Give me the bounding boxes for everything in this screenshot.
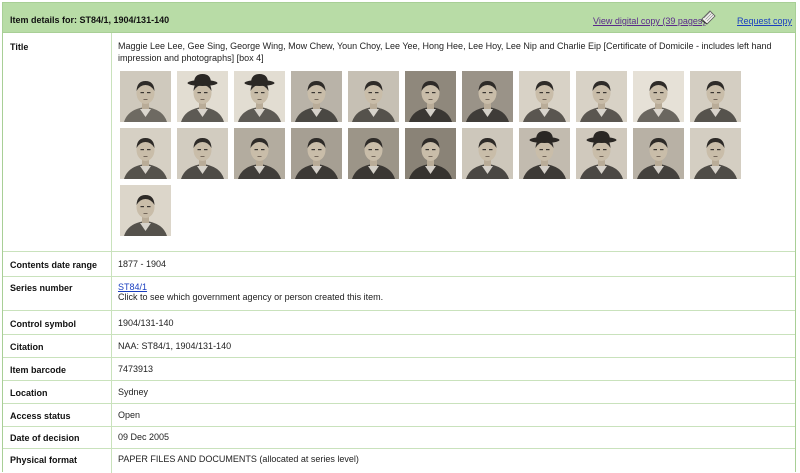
value-physical-format: PAPER FILES AND DOCUMENTS (allocated at … bbox=[118, 454, 359, 464]
portrait-photo bbox=[523, 81, 566, 122]
portrait-photo bbox=[580, 131, 623, 179]
item-details-title: Item details for: ST84/1, 1904/131-140 bbox=[10, 15, 170, 25]
label-series-number: Series number bbox=[10, 283, 73, 293]
row-citation: Citation NAA: ST84/1, 1904/131-140 bbox=[3, 335, 795, 358]
portrait-photo bbox=[523, 131, 566, 179]
digital-copy-icon[interactable] bbox=[700, 9, 716, 25]
portrait-photo bbox=[124, 138, 167, 179]
photo-thumbnail[interactable] bbox=[576, 128, 627, 179]
label-physical-format: Physical format bbox=[10, 455, 78, 465]
photo-thumbnail[interactable] bbox=[690, 128, 741, 179]
photo-thumbnail[interactable] bbox=[234, 71, 285, 122]
photo-thumbnail[interactable] bbox=[120, 185, 171, 236]
value-contents-date-range: 1877 - 1904 bbox=[118, 259, 167, 269]
photo-thumbnail[interactable] bbox=[291, 71, 342, 122]
item-details-panel: Item details for: ST84/1, 1904/131-140 V… bbox=[2, 2, 796, 473]
row-series-number: Series number ST84/1 Click to see which … bbox=[3, 277, 795, 311]
portrait-photo bbox=[124, 81, 167, 122]
photo-thumbnail[interactable] bbox=[177, 71, 228, 122]
photo-thumbnail[interactable] bbox=[576, 71, 627, 122]
portrait-photo bbox=[124, 195, 167, 236]
portrait-photo bbox=[295, 81, 338, 122]
photo-thumbnail[interactable] bbox=[405, 128, 456, 179]
photo-thumbnail[interactable] bbox=[462, 71, 513, 122]
portrait-photo bbox=[694, 81, 737, 122]
portrait-photo bbox=[409, 138, 452, 179]
photo-thumbnail[interactable] bbox=[234, 128, 285, 179]
row-contents-date-range: Contents date range 1877 - 1904 bbox=[3, 252, 795, 277]
photo-thumbnail[interactable] bbox=[120, 128, 171, 179]
portrait-photo bbox=[295, 138, 338, 179]
row-location: Location Sydney bbox=[3, 381, 795, 404]
label-control-symbol: Control symbol bbox=[10, 319, 77, 329]
value-item-barcode: 7473913 bbox=[118, 364, 154, 374]
label-date-of-decision: Date of decision bbox=[10, 433, 80, 443]
value-title: Maggie Lee Lee, Gee Sing, George Wing, M… bbox=[118, 41, 772, 63]
portrait-photo bbox=[181, 138, 224, 179]
series-number-note: Click to see which government agency or … bbox=[118, 292, 384, 302]
portrait-photo bbox=[466, 138, 509, 179]
photo-thumbnail[interactable] bbox=[120, 71, 171, 122]
label-location: Location bbox=[10, 388, 48, 398]
label-contents-date-range: Contents date range bbox=[10, 260, 98, 270]
photo-thumbnail[interactable] bbox=[519, 71, 570, 122]
portrait-photo bbox=[637, 138, 680, 179]
portrait-photo bbox=[637, 81, 680, 122]
row-date-of-decision: Date of decision 09 Dec 2005 bbox=[3, 427, 795, 449]
photo-thumbnail[interactable] bbox=[462, 128, 513, 179]
label-citation: Citation bbox=[10, 342, 44, 352]
portrait-photo bbox=[238, 138, 281, 179]
row-item-barcode: Item barcode 7473913 bbox=[3, 358, 795, 381]
portrait-photo bbox=[466, 81, 509, 122]
photo-thumbnail[interactable] bbox=[633, 128, 684, 179]
value-control-symbol: 1904/131-140 bbox=[118, 318, 174, 328]
photo-thumbnail[interactable] bbox=[633, 71, 684, 122]
photo-thumbnail[interactable] bbox=[177, 128, 228, 179]
portrait-photo bbox=[238, 74, 281, 122]
value-location: Sydney bbox=[118, 387, 149, 397]
view-digital-copy-link[interactable]: View digital copy (39 pages) bbox=[593, 16, 705, 26]
value-access-status: Open bbox=[118, 410, 141, 420]
photo-thumbnail[interactable] bbox=[348, 71, 399, 122]
value-citation: NAA: ST84/1, 1904/131-140 bbox=[118, 341, 232, 351]
photo-thumbnail[interactable] bbox=[519, 128, 570, 179]
item-details-header: Item details for: ST84/1, 1904/131-140 V… bbox=[3, 3, 795, 33]
row-control-symbol: Control symbol 1904/131-140 bbox=[3, 311, 795, 335]
portrait-photo bbox=[694, 138, 737, 179]
request-copy-link[interactable]: Request copy bbox=[737, 16, 792, 26]
photo-thumbnail[interactable] bbox=[405, 71, 456, 122]
row-physical-format: Physical format PAPER FILES AND DOCUMENT… bbox=[3, 449, 795, 473]
photo-thumbnail[interactable] bbox=[348, 128, 399, 179]
portrait-photo bbox=[580, 81, 623, 122]
photo-thumbnail[interactable] bbox=[291, 128, 342, 179]
row-access-status: Access status Open bbox=[3, 404, 795, 427]
portrait-photo bbox=[352, 138, 395, 179]
portrait-photo bbox=[181, 74, 224, 122]
value-date-of-decision: 09 Dec 2005 bbox=[118, 432, 170, 442]
portrait-photo bbox=[352, 81, 395, 122]
label-title: Title bbox=[10, 42, 29, 52]
label-item-barcode: Item barcode bbox=[10, 365, 67, 375]
portrait-photo bbox=[409, 81, 452, 122]
label-access-status: Access status bbox=[10, 411, 71, 421]
photo-thumbnail[interactable] bbox=[690, 71, 741, 122]
